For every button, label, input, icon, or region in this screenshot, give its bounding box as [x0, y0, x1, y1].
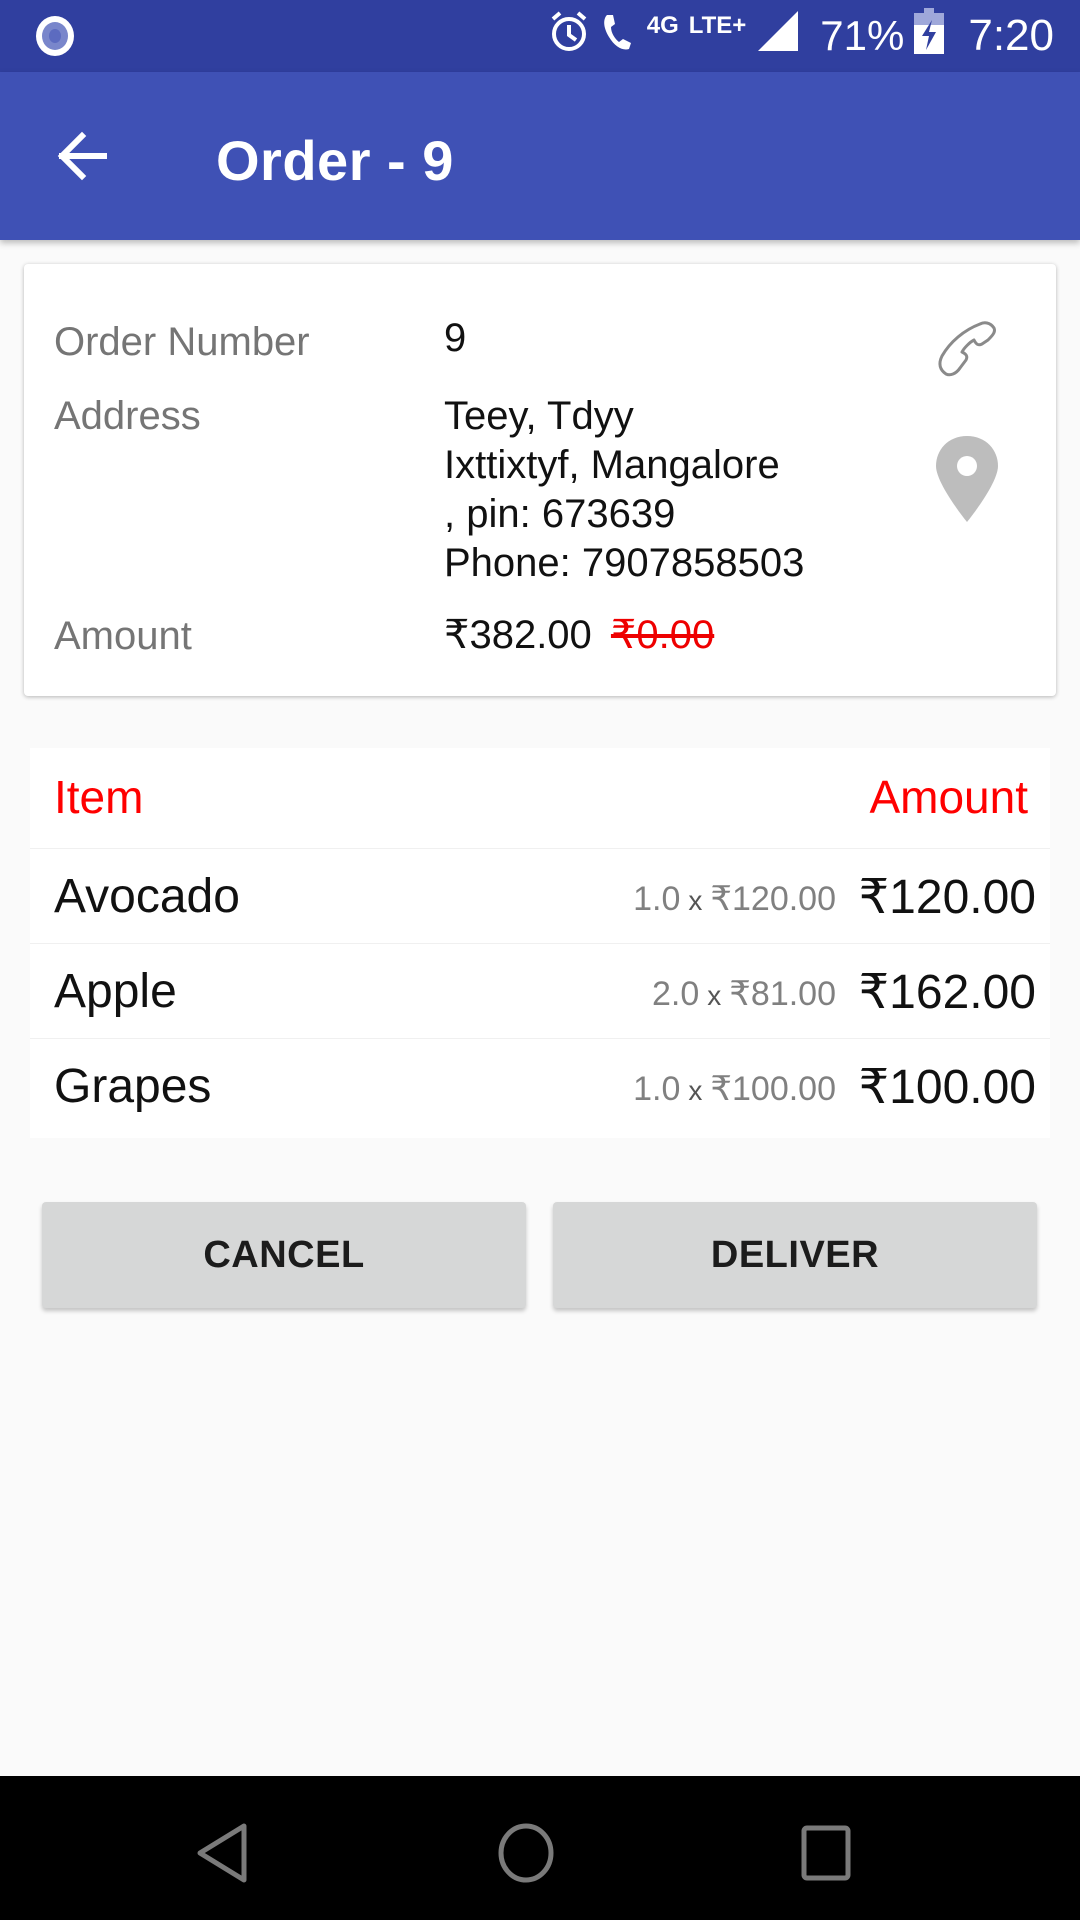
item-unit-price: ₹81.00: [729, 975, 836, 1013]
alarm-icon: [547, 9, 591, 63]
battery-percent: 71%: [820, 12, 905, 59]
nav-back-icon: [197, 1823, 247, 1883]
address-line: , pin: 673639: [444, 492, 676, 536]
order-details-card: Order Number 9 Address Teey, Tdyy Ixttix…: [24, 264, 1056, 696]
battery-charging-icon: [914, 8, 945, 64]
notification-icon: [34, 14, 76, 63]
cancel-button[interactable]: CANCEL: [42, 1202, 526, 1308]
item-qty-price: 1.0 x ₹120.00: [633, 879, 836, 919]
address-value: Teey, Tdyy Ixttixtyf, Mangalore , pin: 6…: [444, 392, 804, 588]
item-name: Grapes: [54, 1060, 212, 1113]
lte-label: LTE+: [688, 12, 747, 39]
table-row: Avocado 1.0 x ₹120.00 ₹120.00: [30, 848, 1050, 943]
item-qty: 1.0: [633, 1070, 681, 1108]
header-item: Item: [54, 771, 144, 823]
address-line: Phone: 7907858503: [444, 541, 805, 585]
items-table: Item Amount Avocado 1.0 x ₹120.00 ₹120.00 …: [30, 748, 1050, 1138]
nav-back-button[interactable]: [196, 1822, 256, 1884]
multiply-sign: x: [688, 1075, 703, 1106]
arrow-left-icon: [57, 131, 107, 181]
multiply-sign: x: [707, 980, 722, 1011]
address-label: Address: [54, 394, 201, 438]
items-table-header: Item Amount: [30, 748, 1050, 848]
item-total: ₹120.00: [858, 871, 1036, 924]
amount-value: ₹382.00: [444, 613, 592, 657]
item-total: ₹162.00: [858, 966, 1036, 1019]
item-qty: 2.0: [652, 975, 700, 1013]
system-nav-bar: [0, 1776, 1080, 1920]
order-number-value: 9: [444, 316, 467, 360]
address-line: Ixttixtyf, Mangalore: [444, 443, 780, 487]
app-bar: Order - 9: [0, 72, 1080, 240]
amount-struck-value: ₹0.00: [610, 613, 715, 657]
amount-value-group: ₹382.00 ₹0.00: [444, 612, 714, 658]
table-row: Apple 2.0 x ₹81.00 ₹162.00: [30, 943, 1050, 1038]
nav-recents-icon: [801, 1825, 851, 1881]
nav-home-icon: [498, 1823, 554, 1883]
item-qty-price: 1.0 x ₹100.00: [633, 1069, 836, 1109]
page-title: Order - 9: [216, 129, 454, 192]
item-unit-price: ₹120.00: [710, 880, 836, 918]
map-pin-icon: [936, 436, 998, 522]
location-button[interactable]: [922, 432, 1012, 532]
order-number-label: Order Number: [54, 320, 310, 364]
call-status-icon: [601, 9, 637, 63]
signal-icon: [756, 9, 800, 63]
item-name: Avocado: [54, 870, 240, 923]
item-total: ₹100.00: [858, 1061, 1036, 1114]
call-button[interactable]: [920, 314, 1010, 404]
item-qty: 1.0: [633, 880, 681, 918]
phone-icon: [938, 321, 996, 377]
clock: 7:20: [968, 11, 1054, 60]
nav-recents-button[interactable]: [796, 1822, 856, 1884]
multiply-sign: x: [688, 885, 703, 916]
network-type-label: 4G: [646, 12, 679, 39]
header-amount: Amount: [869, 771, 1028, 823]
item-name: Apple: [54, 965, 177, 1018]
deliver-button[interactable]: DELIVER: [553, 1202, 1037, 1308]
item-qty-price: 2.0 x ₹81.00: [652, 974, 836, 1014]
status-bar: 4G LTE+ 71% 7:20: [0, 0, 1080, 72]
table-row: Grapes 1.0 x ₹100.00 ₹100.00: [30, 1038, 1050, 1133]
back-button[interactable]: [52, 124, 116, 188]
nav-home-button[interactable]: [496, 1822, 556, 1884]
amount-label: Amount: [54, 614, 192, 658]
address-line: Teey, Tdyy: [444, 394, 634, 438]
item-unit-price: ₹100.00: [710, 1070, 836, 1108]
